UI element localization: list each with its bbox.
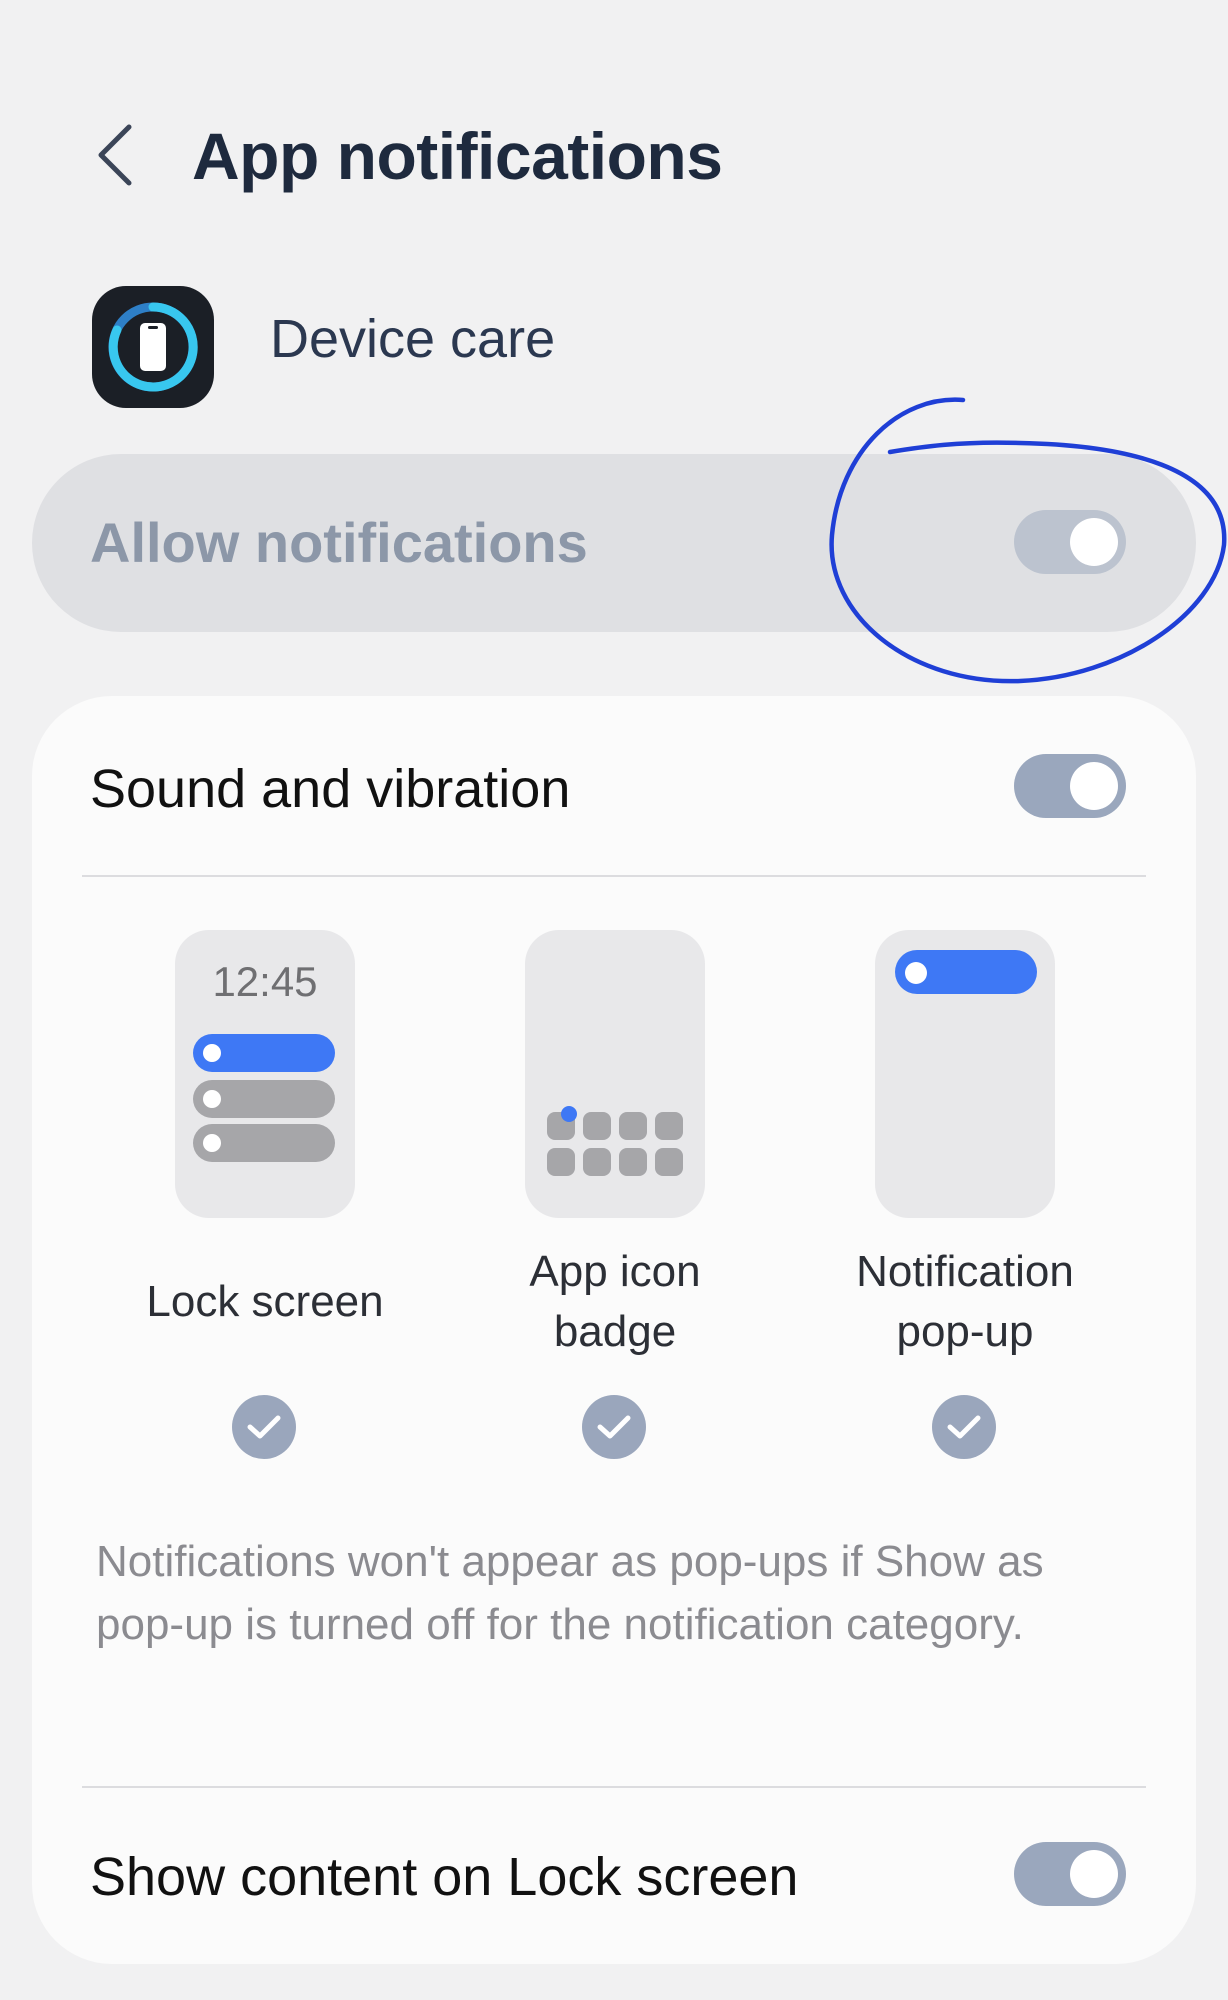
app-icon-badge-preview[interactable] bbox=[525, 930, 705, 1218]
app-icon-badge-label: App icon badge bbox=[529, 1247, 701, 1356]
preview-time: 12:45 bbox=[212, 958, 318, 1005]
notification-popup-preview[interactable] bbox=[875, 930, 1055, 1218]
lock-screen-preview[interactable]: 12:45 bbox=[175, 930, 355, 1218]
chevron-left-icon bbox=[98, 124, 132, 186]
check-icon bbox=[597, 1415, 631, 1439]
show-content-lock-screen-label: Show content on Lock screen bbox=[90, 1847, 799, 1907]
show-content-lock-screen-toggle[interactable] bbox=[1014, 1842, 1126, 1906]
lock-screen-label: Lock screen bbox=[146, 1277, 384, 1326]
device-care-icon bbox=[92, 286, 214, 408]
toggle-knob bbox=[1070, 1850, 1118, 1898]
annotation-circle bbox=[829, 397, 1227, 684]
sound-vibration-label: Sound and vibration bbox=[90, 759, 571, 819]
page-title: App notifications bbox=[192, 119, 723, 193]
allow-notifications-label: Allow notifications bbox=[90, 511, 588, 574]
check-icon bbox=[947, 1415, 981, 1439]
sound-vibration-toggle[interactable] bbox=[1014, 754, 1126, 818]
toggle-knob bbox=[1070, 762, 1118, 810]
notification-popup-check[interactable] bbox=[932, 1395, 996, 1459]
divider bbox=[82, 1786, 1146, 1788]
lock-screen-check[interactable] bbox=[232, 1395, 296, 1459]
back-button[interactable] bbox=[80, 110, 150, 200]
divider bbox=[82, 875, 1146, 877]
check-icon bbox=[247, 1415, 281, 1439]
notification-popup-label: Notification pop-up bbox=[856, 1247, 1074, 1356]
app-name: Device care bbox=[270, 309, 556, 369]
popup-note: Notifications won't appear as pop-ups if… bbox=[96, 1537, 1044, 1649]
app-icon-badge-check[interactable] bbox=[582, 1395, 646, 1459]
